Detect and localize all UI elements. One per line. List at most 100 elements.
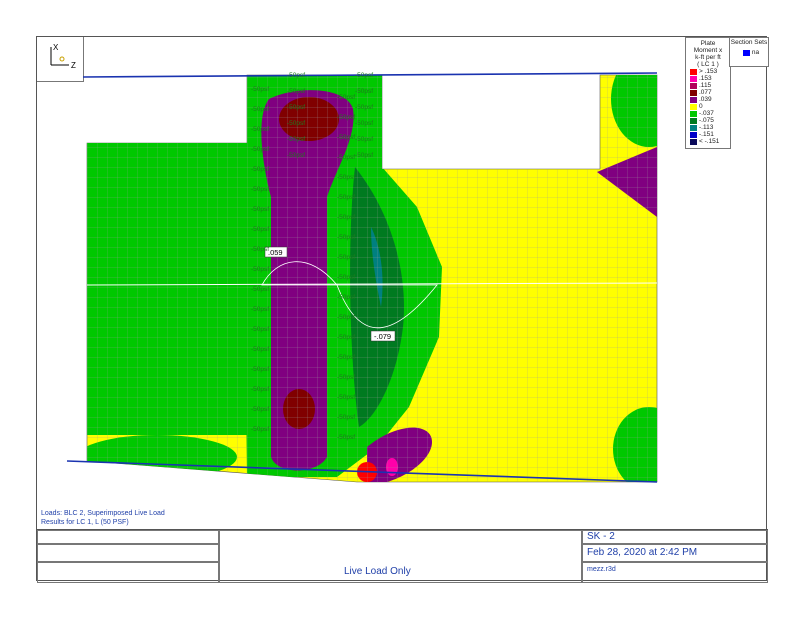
legend-row: .039 — [686, 96, 730, 103]
tb-description: Live Load Only — [344, 566, 411, 577]
tb-date-cell: Feb 28, 2020 at 2:42 PM — [582, 544, 768, 562]
load-label: -50psf — [337, 354, 355, 361]
contour-legend: Plate Moment x k-ft per ft ( LC 1 ) > .1… — [685, 37, 731, 149]
legend-row: -.075 — [686, 117, 730, 124]
load-label: -50psf — [337, 314, 355, 321]
legend-title-4: ( LC 1 ) — [697, 61, 719, 68]
load-label: -50psf — [337, 414, 355, 421]
load-label: -50psf — [355, 136, 373, 143]
tb-description-cell: Live Load Only — [219, 530, 582, 583]
load-label: -50psf — [251, 126, 269, 133]
load-label: -50psf — [337, 374, 355, 381]
legend-title-2: Moment x — [693, 47, 723, 54]
load-label: -50psf — [337, 394, 355, 401]
tb-sheet: SK - 2 — [587, 531, 615, 542]
legend-row: < -.151 — [686, 138, 730, 145]
load-label: -50psf — [251, 346, 269, 353]
load-label: -50psf — [251, 166, 269, 173]
legend-row: -.037 — [686, 110, 730, 117]
section-sets-item: na — [751, 49, 760, 56]
load-label: -50psf — [251, 146, 269, 153]
notes-results: Results for LC 1, L (50 PSF) — [41, 519, 129, 526]
title-block: Live Load Only SK - 2 Feb 28, 2020 at 2:… — [37, 529, 768, 583]
load-label: -50psf — [287, 152, 305, 159]
legend-value: -.037 — [699, 110, 714, 117]
legend-swatch — [690, 131, 697, 138]
tb-sheet-cell: SK - 2 — [582, 530, 768, 544]
load-label: -50psf — [355, 104, 373, 111]
load-label: -50psf — [287, 136, 305, 143]
legend-value: < -.151 — [699, 138, 720, 145]
legend-row: 0 — [686, 103, 730, 110]
load-label: -50psf — [251, 366, 269, 373]
legend-row: .153 — [686, 75, 730, 82]
tb-blank-3 — [37, 562, 219, 583]
legend-swatch — [690, 82, 697, 89]
legend-title-3: k-ft per ft — [695, 54, 721, 61]
svg-text:.059: .059 — [268, 248, 283, 257]
legend-swatch — [690, 138, 697, 145]
load-notes: Loads: BLC 2, Superimposed Live Load Res… — [41, 509, 165, 527]
legend-row: -.151 — [686, 131, 730, 138]
load-label: -50psf — [337, 274, 355, 281]
svg-text:-.079: -.079 — [374, 332, 391, 341]
notes-loads: Loads: BLC 2, Superimposed Live Load — [41, 510, 165, 517]
load-label: -50psf — [251, 286, 269, 293]
tb-blank-1 — [37, 530, 219, 544]
load-label: -50psf — [337, 234, 355, 241]
load-label: -50psf — [251, 106, 269, 113]
load-label: -50psf — [337, 334, 355, 341]
legend-value: -.113 — [699, 124, 714, 131]
load-label: -50psf — [337, 114, 355, 121]
plate-contour-model[interactable]: .059 -.079 -50psf-50psf-50psf-50psf-50ps… — [37, 37, 766, 529]
load-label: -50psf — [337, 214, 355, 221]
load-label: -50psf — [337, 174, 355, 181]
tb-file: mezz.r3d — [587, 566, 616, 573]
load-label: -50psf — [287, 104, 305, 111]
legend-swatch — [690, 117, 697, 124]
load-label: -50psf — [337, 294, 355, 301]
section-sets-swatch — [742, 49, 750, 56]
legend-swatch — [690, 124, 697, 131]
legend-swatch — [690, 96, 697, 103]
load-label: -50psf — [355, 72, 373, 79]
legend-title-1: Plate — [700, 40, 716, 47]
legend-row: .115 — [686, 82, 730, 89]
load-label: -50psf — [251, 186, 269, 193]
legend-swatch — [690, 110, 697, 117]
load-label: -50psf — [251, 326, 269, 333]
legend-value: .115 — [699, 82, 712, 89]
load-label: -50psf — [287, 88, 305, 95]
load-label: -50psf — [337, 154, 355, 161]
section-sets-title: Section Sets — [730, 39, 768, 46]
load-label: -50psf — [251, 246, 269, 253]
load-label: -50psf — [337, 254, 355, 261]
load-label: -50psf — [251, 86, 269, 93]
load-label: -50psf — [337, 434, 355, 441]
legend-row: .077 — [686, 89, 730, 96]
legend-row: -.113 — [686, 124, 730, 131]
legend-swatch — [690, 103, 697, 110]
legend-value: -.151 — [699, 131, 714, 138]
load-label: -50psf — [251, 306, 269, 313]
load-label: -50psf — [337, 94, 355, 101]
legend-value: .077 — [699, 89, 712, 96]
tb-file-cell: mezz.r3d — [582, 562, 768, 583]
load-label: -50psf — [355, 88, 373, 95]
section-sets-legend: Section Sets na — [729, 37, 769, 67]
load-label: -50psf — [251, 406, 269, 413]
moment-label-negative: -.079 — [370, 330, 396, 342]
load-label: -50psf — [251, 266, 269, 273]
legend-swatch — [690, 89, 697, 96]
legend-row: > .153 — [686, 68, 730, 75]
load-label: -50psf — [355, 120, 373, 127]
load-label: -50psf — [355, 152, 373, 159]
load-label: -50psf — [251, 206, 269, 213]
legend-value: 0 — [699, 103, 703, 110]
legend-value: .153 — [699, 75, 712, 82]
legend-swatch — [690, 68, 697, 75]
tb-blank-2 — [37, 544, 219, 562]
load-label: -50psf — [287, 72, 305, 79]
load-label: -50psf — [251, 426, 269, 433]
legend-value: > .153 — [699, 68, 718, 75]
